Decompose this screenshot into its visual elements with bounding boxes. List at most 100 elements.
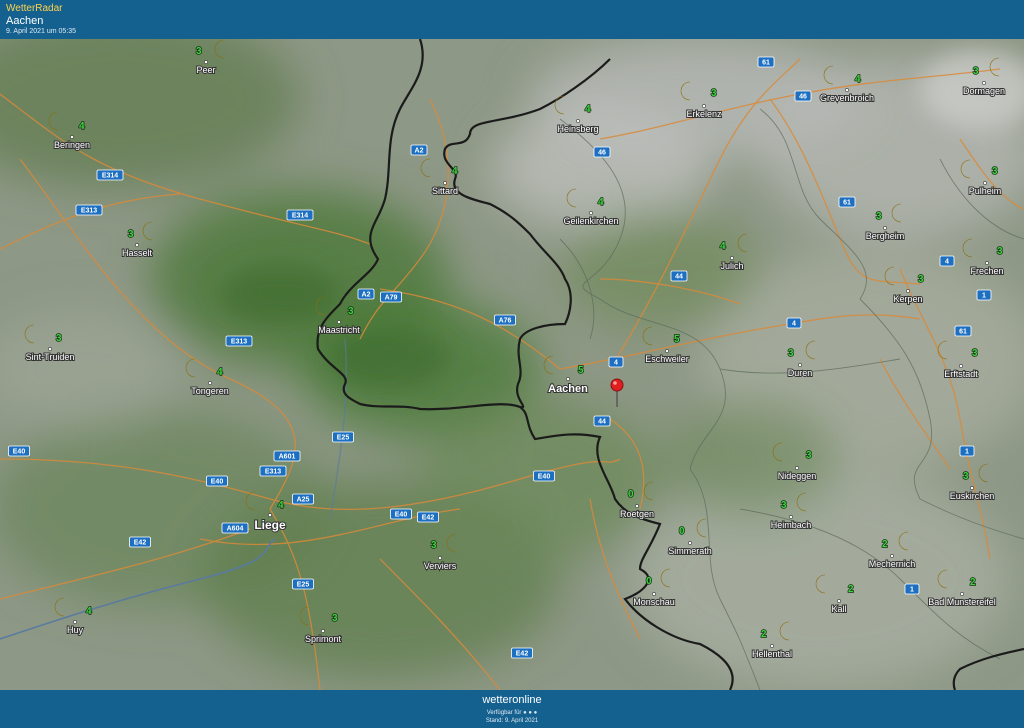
road-sign-label: E314 — [292, 213, 308, 220]
city-dot — [321, 629, 325, 633]
city-name: Heimbach — [771, 520, 812, 530]
city-dot — [576, 119, 580, 123]
city-name: Huy — [67, 625, 84, 635]
road-sign: E313 — [75, 204, 103, 216]
temperature-value: 3 — [997, 246, 1003, 257]
temperature-value: 3 — [806, 450, 812, 461]
road-sign-label: A2 — [415, 148, 424, 155]
city-name: Beringen — [54, 140, 90, 150]
temperature-value: 3 — [128, 229, 134, 240]
city-dot — [730, 256, 734, 260]
city-name: Geilenkirchen — [563, 216, 618, 226]
temperature-value: 0 — [628, 489, 634, 500]
city-dot — [837, 599, 841, 603]
road-sign: E314 — [96, 169, 124, 181]
road-sign-label: E313 — [231, 339, 247, 346]
road-sign: E313 — [225, 335, 253, 347]
city-name: Bad Munstereifel — [928, 597, 996, 607]
temperature-value: 2 — [882, 539, 888, 550]
city-dot — [337, 320, 341, 324]
road-sign: E40 — [8, 445, 30, 457]
radar-map[interactable]: 61 46 46 A2 E314 E313 E314 A2 A79 A76 E313 4 44 61 4 4 1… — [0, 39, 1024, 690]
city-dot — [204, 60, 208, 64]
city-name: Pulheim — [969, 186, 1002, 196]
road-sign: E40 — [533, 470, 555, 482]
road-sign-label: E42 — [422, 515, 435, 522]
road-sign: 46 — [794, 90, 812, 102]
temperature-value: 3 — [876, 211, 882, 222]
temperature-value: 4 — [278, 500, 284, 511]
city-dot — [70, 135, 74, 139]
temperature-value: 5 — [578, 365, 584, 376]
road-sign-label: 46 — [799, 94, 807, 101]
road-sign-label: A2 — [362, 292, 371, 299]
temperature-value: 4 — [217, 367, 223, 378]
city-name: Roetgen — [620, 509, 654, 519]
temperature-value: 3 — [992, 166, 998, 177]
road-sign: 1 — [904, 583, 920, 595]
city-name: Duren — [788, 368, 813, 378]
road-sign-label: 1 — [910, 587, 914, 594]
temperature-value: 3 — [56, 333, 62, 344]
road-sign-label: E40 — [13, 449, 26, 456]
road-sign: 46 — [593, 146, 611, 158]
road-sign: E314 — [286, 209, 314, 221]
road-sign: 1 — [959, 445, 975, 457]
city-dot — [906, 289, 910, 293]
city-name: Grevenbroich — [820, 93, 874, 103]
road-sign-label: 4 — [945, 259, 949, 266]
temperature-value: 2 — [970, 577, 976, 588]
city-name: Hellenthal — [752, 649, 792, 659]
road-sign-label: A25 — [297, 497, 310, 504]
map-canvas[interactable]: 614646A2E314E313E314A2 A79A76E31344461441… — [0, 39, 1024, 690]
city-dot — [985, 261, 989, 265]
road-sign: 44 — [670, 270, 688, 282]
road-sign: 44 — [593, 415, 611, 427]
temperature-value: 2 — [761, 629, 767, 640]
temperature-value: 2 — [848, 584, 854, 595]
temperature-value: 3 — [973, 66, 979, 77]
road-sign-label: A604 — [227, 526, 244, 533]
city-name: Hasselt — [122, 248, 153, 258]
road-sign: A2 — [410, 144, 428, 156]
city-dot — [770, 644, 774, 648]
road-sign: 1 — [976, 289, 992, 301]
road-sign: A604 — [221, 522, 249, 534]
road-sign-label: E313 — [81, 208, 97, 215]
city-dot — [960, 592, 964, 596]
city-name: Simmerath — [668, 546, 712, 556]
brand-logo[interactable]: wetteronline — [0, 694, 1024, 706]
city-dot — [845, 88, 849, 92]
city-dot — [589, 211, 593, 215]
road-sign-label: E42 — [134, 540, 147, 547]
city-name: Nideggen — [778, 471, 817, 481]
road-sign-label: E40 — [211, 479, 224, 486]
city-name: Monschau — [633, 597, 675, 607]
city-dot — [566, 377, 570, 381]
city-dot — [970, 486, 974, 490]
timestamp: 9. April 2021 um 05:35 — [6, 28, 77, 35]
temperature-value: 4 — [86, 606, 92, 617]
temperature-value: 3 — [781, 500, 787, 511]
road-sign-label: 61 — [843, 200, 851, 207]
city-name: Maastricht — [318, 325, 360, 335]
city-dot — [135, 243, 139, 247]
temperature-value: 3 — [196, 46, 202, 57]
city-dot — [652, 592, 656, 596]
road-sign: A79 — [380, 291, 402, 303]
city-name: Eschweiler — [645, 354, 689, 364]
road-sign: A25 — [292, 493, 314, 505]
temperature-value: 4 — [855, 74, 861, 85]
road-sign: E313 — [259, 465, 287, 477]
city-dot — [635, 504, 639, 508]
road-sign: E40 — [206, 475, 228, 487]
city-name: Erkelenz — [686, 109, 722, 119]
road-sign-label: 61 — [959, 329, 967, 336]
city-dot — [443, 181, 447, 185]
city-dot — [798, 363, 802, 367]
road-sign-label: 4 — [792, 321, 796, 328]
temperature-value: 3 — [431, 540, 437, 551]
road-sign-label: E40 — [538, 474, 551, 481]
road-sign-label: 61 — [762, 60, 770, 67]
city-name: Heinsberg — [557, 124, 598, 134]
